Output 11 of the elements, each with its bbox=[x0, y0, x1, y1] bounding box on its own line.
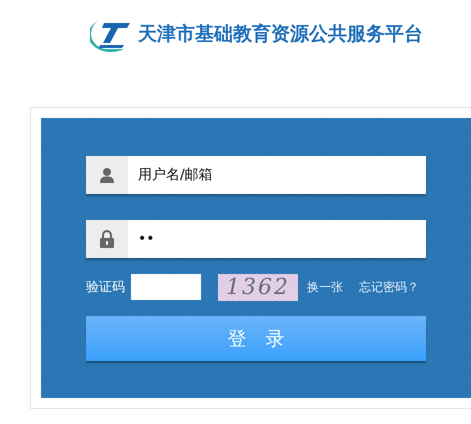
captcha-field[interactable] bbox=[131, 274, 201, 300]
username-field[interactable]: 用户名/邮箱 bbox=[86, 156, 426, 194]
refresh-captcha-link[interactable]: 换一张 bbox=[307, 278, 343, 296]
captcha-label: 验证码 bbox=[86, 279, 125, 296]
captcha-image[interactable]: 1362 bbox=[218, 274, 298, 300]
site-title: 天津市基础教育资源公共服务平台 bbox=[138, 22, 423, 47]
login-button[interactable]: 登 录 bbox=[86, 316, 426, 361]
forgot-password-link[interactable]: 忘记密码？ bbox=[359, 278, 419, 296]
user-icon bbox=[99, 167, 115, 183]
lock-icon bbox=[99, 230, 115, 248]
password-field[interactable]: •• bbox=[86, 220, 426, 258]
